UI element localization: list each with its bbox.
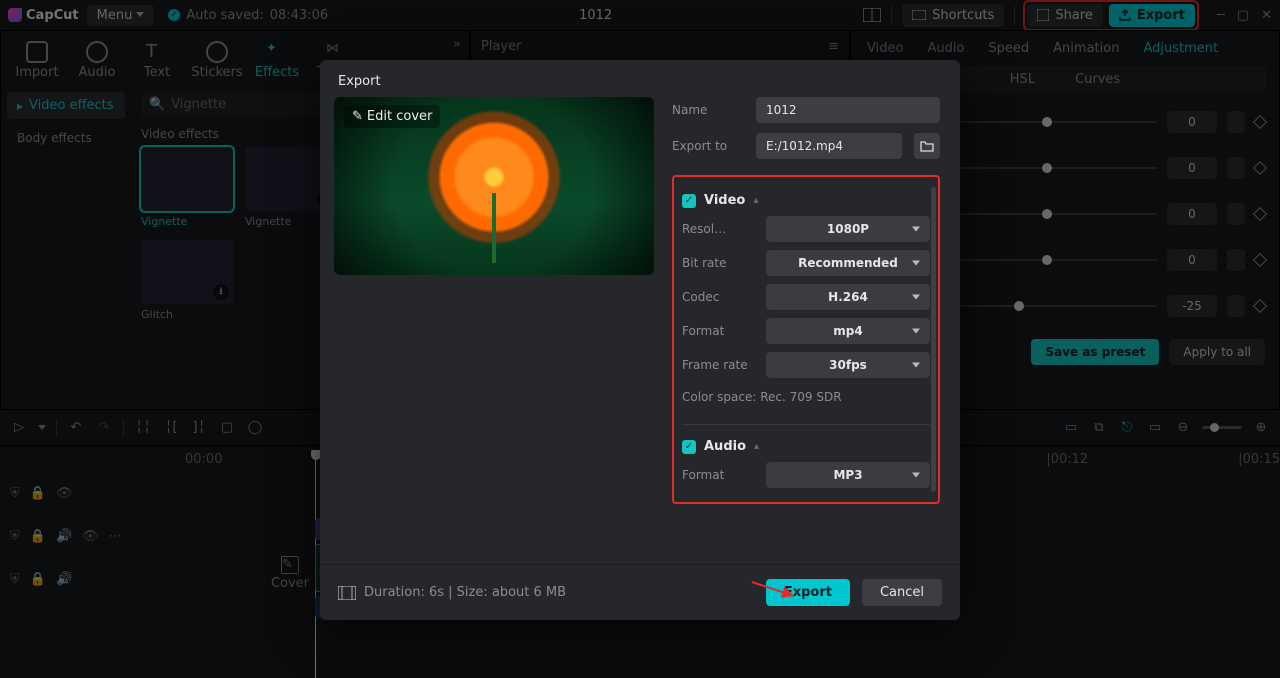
- audio-format-label: Format: [682, 468, 754, 482]
- collapse-icon: ▴: [753, 195, 758, 206]
- checkbox-icon: ✓: [682, 194, 696, 208]
- collapse-icon: ▴: [754, 441, 759, 452]
- checkbox-icon: ✓: [682, 440, 696, 454]
- format-label: Format: [682, 324, 754, 338]
- export-dialog: Export ✎ Edit cover Name 1012 Export to …: [320, 60, 960, 620]
- scrollbar[interactable]: [931, 187, 936, 492]
- bitrate-select[interactable]: Recommended: [766, 250, 930, 276]
- edit-cover-button[interactable]: ✎ Edit cover: [344, 105, 440, 128]
- name-label: Name: [672, 103, 744, 117]
- video-audio-settings-highlight: ✓ Video ▴ Resol… 1080P Bit rate Recommen…: [672, 175, 940, 504]
- name-input[interactable]: 1012: [756, 97, 940, 123]
- codec-label: Codec: [682, 290, 754, 304]
- export-info: Duration: 6s | Size: about 6 MB: [364, 585, 566, 600]
- export-path-input[interactable]: E:/1012.mp4: [756, 133, 902, 159]
- pencil-icon: ✎: [352, 109, 363, 124]
- framerate-select[interactable]: 30fps: [766, 352, 930, 378]
- cancel-button[interactable]: Cancel: [862, 579, 942, 606]
- codec-select[interactable]: H.264: [766, 284, 930, 310]
- cover-preview: ✎ Edit cover: [334, 97, 654, 275]
- annotation-arrow: [750, 578, 800, 602]
- audio-section-header[interactable]: ✓ Audio ▴: [682, 439, 930, 454]
- browse-folder-button[interactable]: [914, 133, 940, 159]
- resolution-label: Resol…: [682, 222, 754, 236]
- colorspace-note: Color space: Rec. 709 SDR: [682, 388, 930, 410]
- resolution-select[interactable]: 1080P: [766, 216, 930, 242]
- export-to-label: Export to: [672, 139, 744, 153]
- folder-icon: [920, 140, 934, 152]
- dialog-footer: Duration: 6s | Size: about 6 MB Export C…: [320, 564, 960, 620]
- format-select[interactable]: mp4: [766, 318, 930, 344]
- bitrate-label: Bit rate: [682, 256, 754, 270]
- export-form: Name 1012 Export to E:/1012.mp4 ✓ Video …: [672, 97, 946, 554]
- film-icon: [338, 586, 356, 600]
- audio-format-select[interactable]: MP3: [766, 462, 930, 488]
- video-section-header[interactable]: ✓ Video ▴: [682, 193, 930, 208]
- framerate-label: Frame rate: [682, 358, 754, 372]
- dialog-title: Export: [320, 60, 960, 97]
